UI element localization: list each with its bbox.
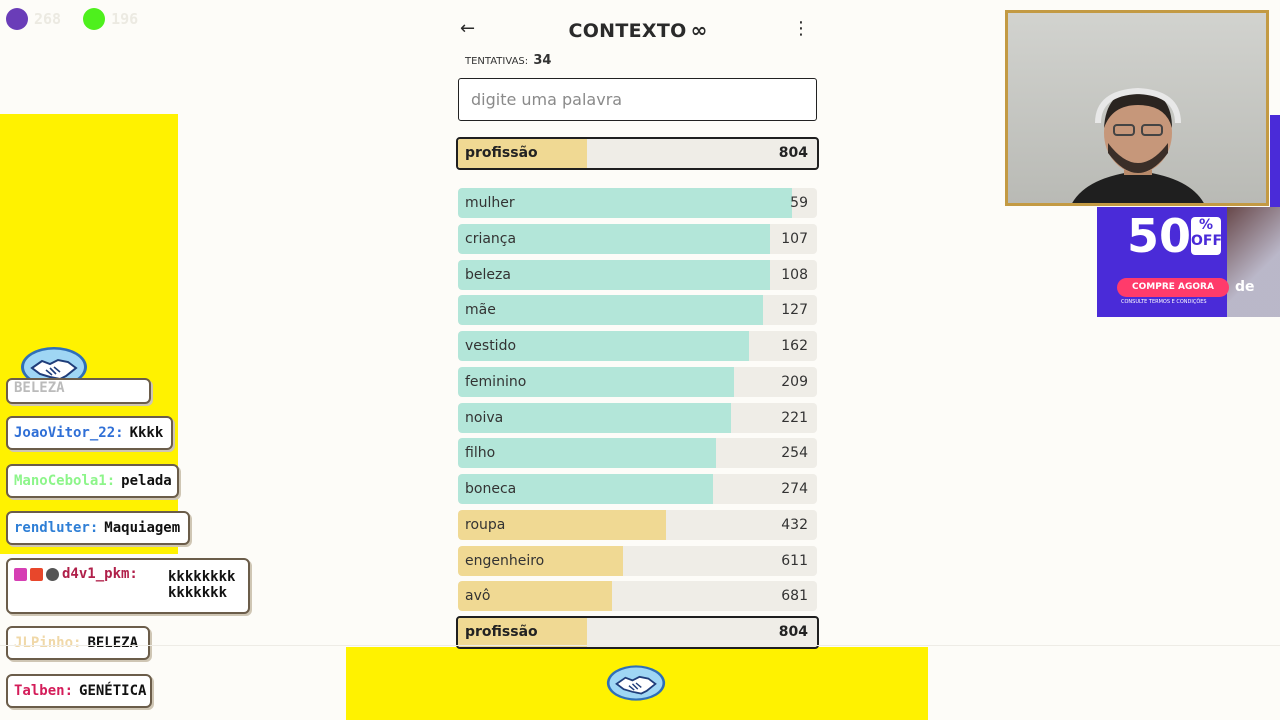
chat-username: JLPinho: (14, 635, 82, 651)
ad-fineprint: CONSULTE TERMOS E CONDIÇÕES (1121, 299, 1207, 305)
chat-username: JoaoVitor_22: (14, 425, 124, 441)
guess-rank: 611 (781, 553, 808, 569)
chat-message: d4v1_pkm: kkkkkkkk kkkkkkk (6, 558, 250, 614)
guess-rank: 681 (781, 588, 808, 604)
guess-row: feminino 209 (458, 367, 817, 397)
handshake-logo-icon (606, 663, 666, 703)
page-title: CONTEXTO ∞ (458, 18, 818, 42)
score-purple-value: 268 (34, 10, 62, 28)
chat-message-text: BELEZA (87, 635, 139, 651)
guess-rank: 804 (778, 624, 808, 640)
streamer-avatar (1072, 87, 1204, 203)
ad-brand: de (1235, 279, 1255, 295)
chat-username: d4v1_pkm: (62, 566, 138, 582)
guess-row: beleza 108 (458, 260, 817, 290)
guess-word: profissão (465, 624, 538, 640)
guess-row: filho 254 (458, 438, 817, 468)
last-guess-rank: 804 (778, 145, 808, 161)
ad-cta-button[interactable]: COMPRE AGORA (1117, 278, 1229, 297)
guess-word: roupa (465, 517, 506, 533)
guess-proximity-bar (458, 438, 717, 468)
green-dot-icon (83, 8, 106, 30)
last-guess-word: profissão (465, 145, 538, 161)
last-guess-row: profissão 804 (456, 137, 819, 170)
game-header: ← CONTEXTO ∞ ⋮ (458, 12, 818, 46)
guess-word: mulher (465, 195, 515, 211)
guess-rank: 162 (781, 338, 808, 354)
guess-word: noiva (465, 410, 504, 426)
guess-row: engenheiro 611 (458, 546, 817, 576)
avatar-badge-icon (46, 567, 59, 581)
ad-edge (1270, 115, 1280, 207)
guess-row: mãe 127 (458, 295, 817, 325)
guess-word: feminino (465, 374, 527, 390)
guess-rank: 221 (781, 410, 808, 426)
guess-rank: 209 (781, 374, 808, 390)
ad-discount: 50 (1127, 209, 1192, 263)
chat-username: rendluter: (14, 520, 99, 536)
guess-rank: 108 (781, 267, 808, 283)
score-indicators: 268 196 (6, 8, 138, 30)
score-purple: 268 (6, 8, 61, 30)
chat-message: JoaoVitor_22: Kkkk (6, 416, 173, 450)
guess-rank: 59 (790, 195, 808, 211)
chat-username: Talben: (14, 683, 74, 699)
attempts-label: TENTATIVAS: (465, 56, 529, 67)
guess-row: mulher 59 (458, 188, 817, 218)
chat-message-partial: BELEZA (6, 378, 151, 404)
guess-rank: 274 (781, 481, 808, 497)
guess-rank: 107 (781, 231, 808, 247)
guess-row: boneca 274 (458, 474, 817, 504)
chat-message-text: Maquiagem (104, 520, 181, 536)
ad-banner[interactable]: 50 % OFF COMPRE AGORA CONSULTE TERMOS E … (1097, 207, 1280, 317)
guess-word: beleza (465, 267, 511, 283)
webcam-feed (1005, 10, 1269, 206)
ad-model-image (1227, 207, 1280, 317)
infinity-icon[interactable]: ∞ (691, 18, 708, 42)
guess-row: criança 107 (458, 224, 817, 254)
number-badge-icon (30, 567, 43, 581)
guess-word: criança (465, 231, 517, 247)
guess-proximity-bar (458, 295, 764, 325)
word-input[interactable] (458, 78, 817, 121)
guess-word: engenheiro (465, 553, 545, 569)
ad-percent-off: % OFF (1191, 217, 1222, 255)
chat-message-text: BELEZA (14, 380, 65, 396)
attempts-counter: TENTATIVAS: 34 (465, 53, 551, 68)
chat-message: rendluter: Maquiagem (6, 511, 190, 545)
guess-row: vestido 162 (458, 331, 817, 361)
score-green: 196 (83, 8, 138, 30)
guess-rank: 432 (781, 517, 808, 533)
guess-word: avô (465, 588, 491, 604)
guess-row: avô 681 (458, 581, 817, 611)
chat-message: Talben: GENÉTICA (6, 674, 152, 708)
guess-rank: 127 (781, 302, 808, 318)
guess-word: mãe (465, 302, 496, 318)
divider (0, 645, 1280, 646)
purple-dot-icon (6, 8, 28, 30)
chat-message: ManoCebola1: pelada (6, 464, 179, 498)
heart-badge-icon (14, 567, 27, 581)
guess-rank: 254 (781, 445, 808, 461)
chat-message-text: pelada (121, 473, 172, 489)
more-menu-icon[interactable]: ⋮ (792, 18, 810, 39)
chat-username: ManoCebola1: (14, 473, 116, 489)
title-text: CONTEXTO (568, 20, 687, 42)
chat-message-text: GENÉTICA (79, 683, 147, 699)
guess-row: roupa 432 (458, 510, 817, 540)
chat-message-text: Kkkk (129, 425, 164, 441)
guess-word: filho (465, 445, 496, 461)
chat-message: JLPinho: BELEZA (6, 626, 150, 660)
guess-word: boneca (465, 481, 517, 497)
chat-message-text: kkkkkkkk kkkkkkk (168, 569, 236, 601)
score-green-value: 196 (111, 10, 139, 28)
guess-row: noiva 221 (458, 403, 817, 433)
attempts-value: 34 (533, 53, 552, 68)
guess-word: vestido (465, 338, 517, 354)
